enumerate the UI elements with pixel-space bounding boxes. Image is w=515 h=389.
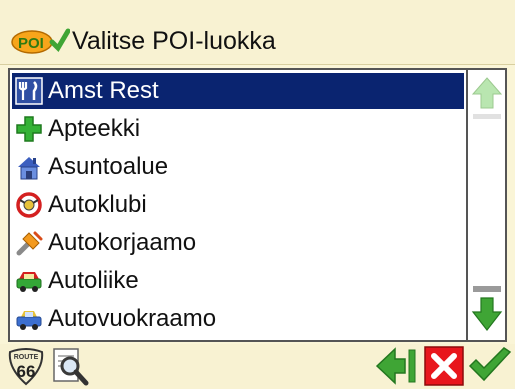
- list-item-autoklubi[interactable]: Autoklubi: [12, 187, 464, 223]
- search-icon[interactable]: [50, 346, 90, 386]
- list-item-amst-rest[interactable]: Amst Rest: [12, 73, 464, 109]
- list-item-label: Asuntoalue: [48, 153, 169, 180]
- car-rental-icon: [14, 304, 44, 334]
- poi-category-list-frame: Amst Rest Apteekki Asuntoalue Autoklubi …: [8, 68, 507, 342]
- svg-text:POI: POI: [18, 35, 44, 52]
- scroll-down-icon[interactable]: [470, 282, 504, 336]
- list-item-asuntoalue[interactable]: Asuntoalue: [12, 149, 464, 185]
- restaurant-icon: [14, 76, 44, 106]
- back-arrow-icon[interactable]: [375, 346, 419, 386]
- header-bar: POI Valitse POI-luokka: [0, 0, 515, 65]
- car-repair-icon: [14, 228, 44, 258]
- page-title: Valitse POI-luokka: [72, 27, 276, 55]
- auto-club-icon: [14, 190, 44, 220]
- list-item-label: Apteekki: [48, 115, 141, 142]
- residential-area-icon: [14, 152, 44, 182]
- list-item-autoliike[interactable]: Autoliike: [12, 263, 464, 299]
- list-item-label: Autokorjaamo: [48, 229, 197, 256]
- bottom-toolbar: ROUTE 66: [0, 344, 515, 389]
- route-66-icon[interactable]: ROUTE 66: [6, 346, 46, 386]
- confirm-check-icon[interactable]: [468, 346, 512, 386]
- scroll-up-icon[interactable]: [470, 74, 504, 124]
- list-item-autovuokraamo[interactable]: Autovuokraamo: [12, 301, 464, 337]
- list-item-label: Autovuokraamo: [48, 305, 217, 332]
- list-item-label: Amst Rest: [48, 77, 159, 104]
- svg-text:66: 66: [17, 362, 36, 381]
- poi-logo-icon: POI: [11, 28, 70, 54]
- list-item-apteekki[interactable]: Apteekki: [12, 111, 464, 147]
- cancel-icon[interactable]: [424, 346, 464, 386]
- poi-category-list: Amst Rest Apteekki Asuntoalue Autoklubi …: [10, 70, 465, 340]
- car-dealer-icon: [14, 266, 44, 296]
- pharmacy-cross-icon: [14, 114, 44, 144]
- list-item-label: Autoliike: [48, 267, 139, 294]
- scrollbar[interactable]: [466, 70, 505, 340]
- list-item-label: Autoklubi: [48, 191, 147, 218]
- list-item-autokorjaamo[interactable]: Autokorjaamo: [12, 225, 464, 261]
- svg-text:ROUTE: ROUTE: [14, 354, 39, 361]
- poi-category-dialog: POI Valitse POI-luokka Amst Rest Apteekk…: [0, 0, 515, 389]
